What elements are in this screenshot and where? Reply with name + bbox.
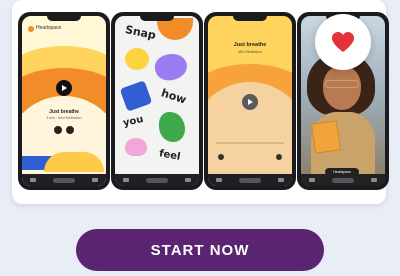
phone-mockup-meditation: Headspace Just breathe 3 min · Mini Medi… — [18, 12, 110, 190]
heart-icon — [332, 32, 354, 52]
track-subtitle: Mini Meditation — [238, 50, 262, 54]
start-now-button[interactable]: START NOW — [76, 229, 324, 271]
tab-search-field[interactable] — [238, 177, 261, 183]
track-subtitle: 3 min · Mini Meditation — [46, 116, 82, 120]
tab-home-icon[interactable] — [123, 178, 130, 182]
phone-notch — [233, 16, 267, 21]
forward-icon[interactable] — [276, 154, 282, 160]
yellow-hill-shape — [44, 152, 104, 172]
tab-home-icon[interactable] — [30, 178, 37, 182]
tab-bar — [115, 174, 199, 186]
phone-screen: Snap how you feel — [115, 16, 199, 186]
pink-heart-sticker — [125, 138, 147, 156]
play-icon[interactable] — [242, 94, 258, 110]
tab-profile-icon[interactable] — [370, 178, 377, 182]
purple-blob-sticker — [152, 50, 190, 84]
phone-notch — [47, 16, 81, 21]
app-label: Headspace — [36, 25, 62, 31]
yellow-face-sticker — [125, 48, 149, 70]
tab-bar — [301, 174, 385, 186]
tab-profile-icon[interactable] — [277, 178, 284, 182]
tab-bar — [22, 174, 106, 186]
tab-search-field[interactable] — [52, 177, 75, 183]
track-title: Just breathe — [233, 42, 267, 48]
glasses-icon — [325, 80, 359, 88]
tab-capture-button[interactable] — [331, 177, 354, 183]
sticker-word-you: you — [122, 113, 145, 130]
tab-profile-icon[interactable] — [184, 178, 191, 182]
orange-blob-sticker — [157, 18, 193, 40]
progress-track[interactable] — [216, 142, 284, 144]
heart-reaction-bubble[interactable] — [315, 14, 371, 70]
tab-home-icon[interactable] — [216, 178, 223, 182]
phone-screen: Just breathe Mini Meditation — [208, 16, 292, 186]
phone-notch — [140, 16, 174, 21]
play-icon[interactable] — [56, 80, 72, 96]
tab-home-icon[interactable] — [309, 178, 316, 182]
track-title: Just breathe — [49, 109, 79, 115]
sticker-word-snap: Snap — [123, 22, 158, 43]
rewind-icon[interactable] — [54, 126, 62, 134]
app-logo-icon — [28, 26, 34, 32]
sticker-word-feel: feel — [158, 148, 182, 163]
person-face — [323, 66, 361, 110]
phone-screen: Headspace Just breathe 3 min · Mini Medi… — [22, 16, 106, 186]
blue-square-sticker — [119, 80, 153, 112]
phone-mockup-player: Just breathe Mini Meditation — [204, 12, 296, 190]
rewind-icon[interactable] — [218, 154, 224, 160]
held-book-card — [311, 120, 341, 154]
phone-mockup-stickers: Snap how you feel — [111, 12, 203, 190]
forward-icon[interactable] — [66, 126, 74, 134]
tab-search-field[interactable] — [145, 177, 168, 183]
sticker-word-how: how — [159, 86, 188, 107]
green-eight-sticker — [159, 112, 185, 142]
tab-profile-icon[interactable] — [91, 178, 98, 182]
tab-bar — [208, 174, 292, 186]
